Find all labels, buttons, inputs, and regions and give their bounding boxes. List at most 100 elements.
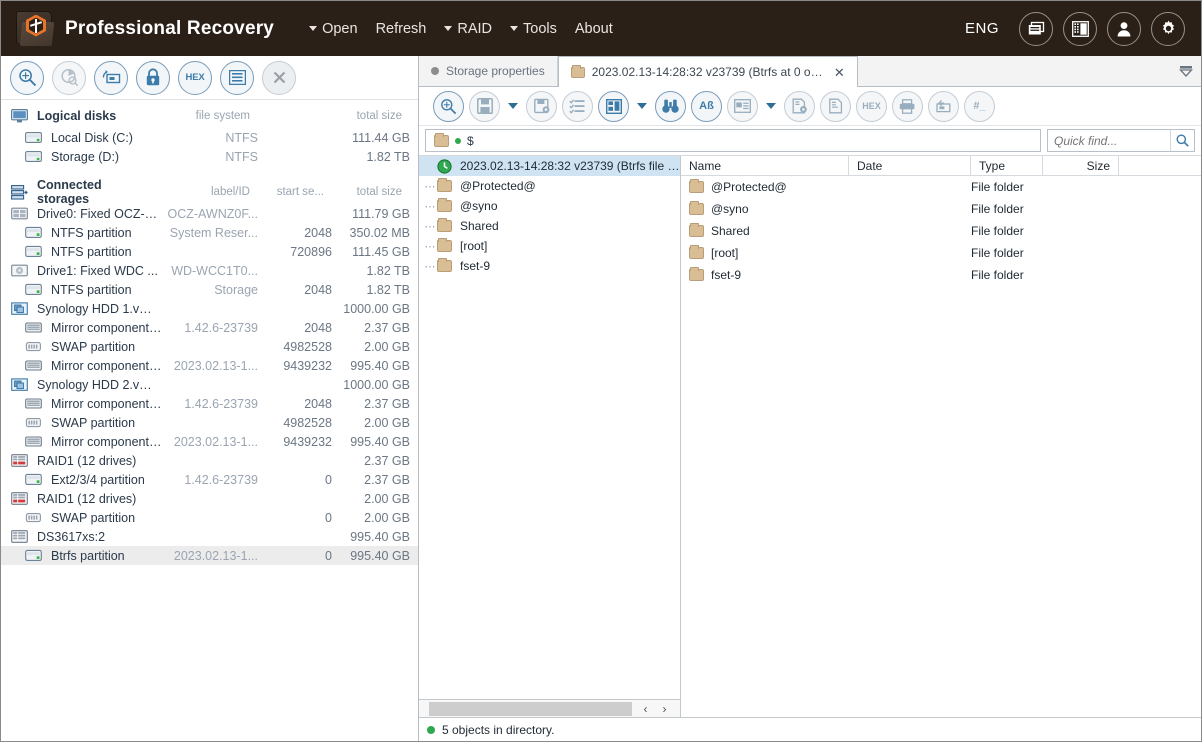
file-list-row[interactable]: @Protected@ File folder: [681, 176, 1201, 198]
column-header-name[interactable]: Name: [681, 155, 849, 176]
storage-row[interactable]: NTFS partition 720896 111.45 GB: [1, 242, 418, 261]
lock-icon[interactable]: [136, 60, 170, 95]
storage-row[interactable]: Drive0: Fixed OCZ-V... OCZ-AWNZ0F... 111.7…: [1, 204, 418, 223]
storage-row[interactable]: DS3617xs:2 995.40 GB: [1, 527, 418, 546]
font-icon[interactable]: Aß: [691, 90, 722, 122]
hex-icon[interactable]: HEX: [178, 60, 212, 95]
storage-row[interactable]: Ext2/3/4 partition 1.42.6-23739 0 2.37 GB: [1, 470, 418, 489]
storage-row[interactable]: Mirror component (... 2023.02.13-1... 9439…: [1, 356, 418, 375]
hash-icon[interactable]: #_: [964, 90, 995, 122]
list-icon[interactable]: [220, 60, 254, 95]
tree-expander[interactable]: ⋯: [423, 220, 437, 233]
storage-start-sector: 9439232: [283, 358, 332, 373]
disk-filesystem: NTFS: [225, 130, 258, 145]
scrollbar-thumb[interactable]: [429, 702, 632, 716]
tree-expander[interactable]: ⋯: [423, 180, 437, 193]
storage-row[interactable]: NTFS partition Storage 2048 1.82 TB: [1, 280, 418, 299]
file-tree-item[interactable]: ⋯ @Protected@: [419, 176, 680, 196]
hex-label: HEX: [185, 72, 205, 83]
save-settings-icon[interactable]: [526, 90, 557, 122]
menu-item-open[interactable]: Open: [300, 17, 366, 41]
column-header-type[interactable]: Type: [971, 155, 1043, 176]
storage-row[interactable]: Synology HDD 1.vmdk 1000.00 GB: [1, 299, 418, 318]
menu-item-about[interactable]: About: [566, 17, 622, 41]
windows-icon[interactable]: [1019, 11, 1053, 46]
preview-icon[interactable]: [727, 90, 758, 122]
storage-row[interactable]: NTFS partition System Reser... 2048 350.02 …: [1, 223, 418, 242]
storage-row[interactable]: RAID1 (12 drives) 2.00 GB: [1, 489, 418, 508]
hash-label: #_: [973, 100, 986, 112]
storage-row[interactable]: RAID1 (12 drives) 2.37 GB: [1, 451, 418, 470]
menu-item-raid[interactable]: RAID: [435, 17, 501, 41]
scroll-right-arrow[interactable]: ›: [656, 700, 673, 718]
storage-label-id: System Reser...: [169, 225, 258, 240]
file-tree-item[interactable]: ⋯ fset-9: [419, 256, 680, 276]
column-header-size[interactable]: Size: [1043, 155, 1119, 176]
close-icon[interactable]: [262, 60, 296, 95]
storage-row[interactable]: Drive1: Fixed WDC ... WD-WCC1T0... 1.82 TB: [1, 261, 418, 280]
storage-row[interactable]: Mirror component (... 1.42.6-23739 2048 2.3…: [1, 394, 418, 413]
print-icon[interactable]: [892, 90, 923, 122]
chevron-down-icon[interactable]: [508, 103, 518, 109]
storage-row[interactable]: Btrfs partition 2023.02.13-1... 0 995.40 GB: [1, 546, 418, 565]
file-tree-root[interactable]: 2023.02.13-14:28:32 v23739 (Btrfs file s…: [419, 156, 680, 176]
scroll-left-arrow[interactable]: ‹: [637, 700, 654, 718]
menu-item-tools[interactable]: Tools: [501, 17, 566, 41]
storage-start-sector: 2048: [304, 282, 332, 297]
language-selector[interactable]: ENG: [965, 20, 999, 37]
disk-tree[interactable]: Logical disks file system total size Loc…: [1, 100, 418, 741]
chevron-down-icon[interactable]: [766, 103, 776, 109]
tree-expander[interactable]: ⋯: [423, 260, 437, 273]
layout-icon[interactable]: [598, 90, 629, 122]
storage-row[interactable]: Mirror component (... 1.42.6-23739 2048 2.3…: [1, 318, 418, 337]
file-tree-item[interactable]: ⋯ [root]: [419, 236, 680, 256]
user-icon[interactable]: [1107, 11, 1141, 46]
file-list-row[interactable]: [root] File folder: [681, 242, 1201, 264]
search-icon[interactable]: [1170, 130, 1194, 151]
export-icon[interactable]: [928, 90, 959, 122]
storage-row[interactable]: SWAP partition 4982528 2.00 GB: [1, 413, 418, 432]
raid-icon: [11, 492, 33, 505]
file-list-row[interactable]: @syno File folder: [681, 198, 1201, 220]
storage-row[interactable]: Mirror component (... 2023.02.13-1... 9439…: [1, 432, 418, 451]
file-tree-item-label: [root]: [460, 239, 488, 253]
folder-icon: [437, 218, 457, 232]
tree-expander[interactable]: ⋯: [423, 200, 437, 213]
file-list-row[interactable]: Shared File folder: [681, 220, 1201, 242]
address-field[interactable]: $: [425, 129, 1041, 152]
scan-icon[interactable]: [433, 90, 464, 122]
checklist-icon[interactable]: [562, 90, 593, 122]
horizontal-scrollbar[interactable]: ‹ ›: [419, 699, 680, 717]
tab-storage-properties[interactable]: Storage properties: [419, 56, 558, 86]
copy-file-icon[interactable]: [820, 90, 851, 122]
tab-btrfs-filesystem[interactable]: 2023.02.13-14:28:32 v23739 (Btrfs at 0 o…: [557, 56, 858, 87]
close-icon[interactable]: ✕: [834, 66, 845, 79]
file-name-cell: @syno: [681, 201, 849, 216]
file-tree-item[interactable]: ⋯ Shared: [419, 216, 680, 236]
clone-disk-icon[interactable]: [94, 60, 128, 95]
panels-icon[interactable]: [1063, 11, 1097, 46]
file-list-body[interactable]: @Protected@ File folder @syno File folder Sh…: [681, 176, 1201, 717]
binoculars-icon[interactable]: [655, 90, 686, 122]
hex-icon[interactable]: HEX: [856, 90, 887, 122]
tree-expander[interactable]: ⋯: [423, 240, 437, 253]
chevron-down-icon[interactable]: [637, 103, 647, 109]
storage-row[interactable]: SWAP partition 4982528 2.00 GB: [1, 337, 418, 356]
storage-row[interactable]: Synology HDD 2.vmdk 1000.00 GB: [1, 375, 418, 394]
storage-name: Drive1: Fixed WDC ...: [37, 263, 158, 278]
file-list-row[interactable]: fset-9 File folder: [681, 264, 1201, 286]
column-header-date[interactable]: Date: [849, 155, 971, 176]
chevron-down-icon[interactable]: [1171, 56, 1201, 86]
disk-row-storage-d[interactable]: Storage (D:) NTFS 1.82 TB: [1, 147, 418, 166]
file-tree-item[interactable]: ⋯ @syno: [419, 196, 680, 216]
search-input[interactable]: [1048, 133, 1170, 148]
disk-row-local-disk-c[interactable]: Local Disk (C:) NTFS 111.44 GB: [1, 128, 418, 147]
quick-find[interactable]: [1047, 129, 1195, 152]
copy-settings-icon[interactable]: [784, 90, 815, 122]
save-icon[interactable]: [469, 90, 500, 122]
storage-row[interactable]: SWAP partition 0 2.00 GB: [1, 508, 418, 527]
file-tree[interactable]: 2023.02.13-14:28:32 v23739 (Btrfs file s…: [419, 156, 680, 699]
menu-item-refresh[interactable]: Refresh: [367, 17, 436, 41]
scan-icon[interactable]: [10, 60, 44, 95]
gear-icon[interactable]: [1151, 11, 1185, 46]
